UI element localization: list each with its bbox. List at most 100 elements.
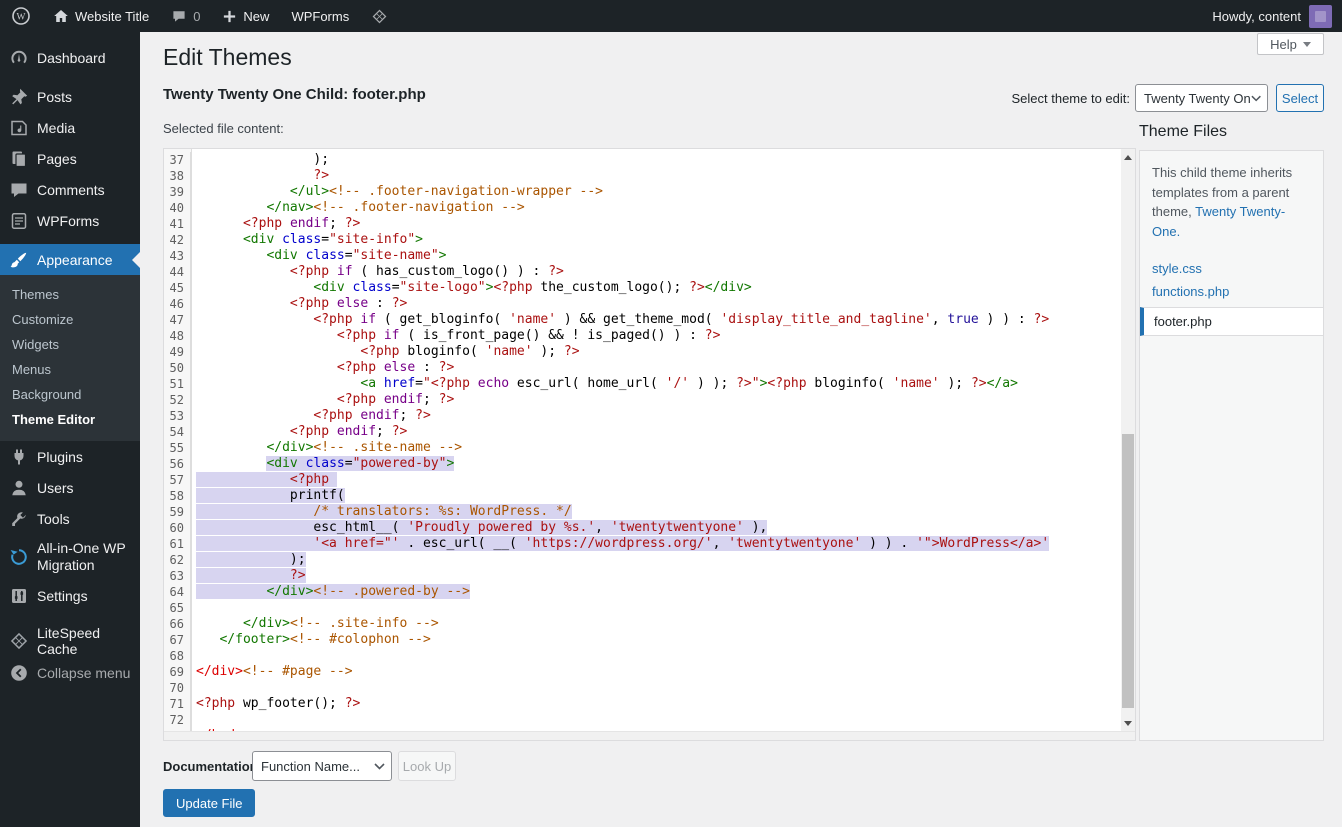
code-line[interactable]: 52 <?php endif; ?> [164, 392, 1121, 408]
code-line[interactable]: 59 /* translators: %s: WordPress. */ [164, 504, 1121, 520]
code-line[interactable]: 51 <a href="<?php echo esc_url( home_url… [164, 376, 1121, 392]
code-line[interactable]: 54 <?php endif; ?> [164, 424, 1121, 440]
sidebar-item-dashboard[interactable]: Dashboard [0, 42, 140, 73]
submenu-item-widgets[interactable]: Widgets [0, 332, 140, 357]
theme-select[interactable]: Twenty Twenty One [1135, 84, 1268, 112]
submenu-item-menus[interactable]: Menus [0, 357, 140, 382]
code-line[interactable]: 39 </ul><!-- .footer-navigation-wrapper … [164, 184, 1121, 200]
lookup-button[interactable]: Look Up [398, 751, 456, 781]
submenu-item-themes[interactable]: Themes [0, 282, 140, 307]
code-text: /* translators: %s: WordPress. */ [191, 504, 572, 520]
documentation-label: Documentation: [163, 759, 262, 774]
comments-menu[interactable]: 0 [160, 0, 211, 32]
submenu-item-theme-editor[interactable]: Theme Editor [0, 407, 140, 432]
wordpress-logo-icon: W [11, 6, 31, 26]
code-line[interactable]: 38 ?> [164, 168, 1121, 184]
code-line[interactable]: 60 esc_html__( 'Proudly powered by %s.',… [164, 520, 1121, 536]
code-line[interactable]: 72 [164, 712, 1121, 728]
code-line[interactable]: 53 <?php endif; ?> [164, 408, 1121, 424]
wpforms-menu[interactable]: WPForms [280, 0, 360, 32]
appearance-submenu: ThemesCustomizeWidgetsMenusBackgroundThe… [0, 275, 140, 441]
help-button[interactable]: Help [1257, 33, 1324, 55]
sidebar-item-media[interactable]: Media [0, 112, 140, 143]
new-content-menu[interactable]: New [211, 0, 280, 32]
code-line[interactable]: 64 </div><!-- .powered-by --> [164, 584, 1121, 600]
sidebar-item-plugins[interactable]: Plugins [0, 441, 140, 472]
code-line[interactable]: 66 </div><!-- .site-info --> [164, 616, 1121, 632]
line-number: 68 [164, 648, 191, 664]
code-text: ?> [191, 568, 306, 584]
sidebar-item-users[interactable]: Users [0, 472, 140, 503]
selected-text: printf( [196, 488, 345, 503]
code-line[interactable]: 57 <?php [164, 472, 1121, 488]
scroll-up-arrow-icon[interactable] [1121, 149, 1135, 162]
sidebar-item-appearance[interactable]: Appearance [0, 244, 140, 275]
code-line[interactable]: 63 ?> [164, 568, 1121, 584]
code-line[interactable]: 42 <div class="site-info"> [164, 232, 1121, 248]
theme-file-current-footer-php[interactable]: footer.php [1140, 307, 1323, 336]
code-line[interactable]: 46 <?php else : ?> [164, 296, 1121, 312]
submenu-item-background[interactable]: Background [0, 382, 140, 407]
horizontal-scrollbar[interactable] [164, 731, 1135, 740]
sidebar-item-label: Collapse menu [37, 665, 130, 681]
code-line[interactable]: 68 [164, 648, 1121, 664]
wp-logo-menu[interactable]: W [0, 0, 42, 32]
select-theme-label: Select theme to edit: [1011, 91, 1130, 106]
sidebar-item-posts[interactable]: Posts [0, 81, 140, 112]
submenu-item-customize[interactable]: Customize [0, 307, 140, 332]
code-editor[interactable]: 37 );38 ?>39 </ul><!-- .footer-navigatio… [163, 148, 1136, 741]
code-line[interactable]: 48 <?php if ( is_front_page() && ! is_pa… [164, 328, 1121, 344]
code-line[interactable]: 56 <div class="powered-by"> [164, 456, 1121, 472]
file-content-label: Selected file content: [163, 121, 284, 136]
code-line[interactable]: 58 printf( [164, 488, 1121, 504]
site-name-menu[interactable]: Website Title [42, 0, 160, 32]
scrollbar-thumb[interactable] [1122, 434, 1134, 708]
code-line[interactable]: 50 <?php else : ?> [164, 360, 1121, 376]
comment-bubble-icon [171, 8, 187, 24]
code-line[interactable]: 70 [164, 680, 1121, 696]
selected-text: <div class="powered-by"> [266, 456, 454, 471]
vertical-scrollbar[interactable] [1121, 149, 1135, 732]
code-line[interactable]: 43 <div class="site-name"> [164, 248, 1121, 264]
admin-bar: W Website Title 0 New WPForms [0, 0, 1342, 32]
code-line[interactable]: 61 '<a href="' . esc_url( __( 'https://w… [164, 536, 1121, 552]
theme-file-link-functions-php[interactable]: functions.php [1140, 280, 1323, 303]
code-text [191, 712, 196, 728]
sidebar-item-wpforms[interactable]: WPForms [0, 205, 140, 236]
code-text: <?php [191, 472, 337, 488]
code-line[interactable]: 44 <?php if ( has_custom_logo() ) : ?> [164, 264, 1121, 280]
new-label: New [243, 9, 269, 24]
litespeed-quicklink-menu[interactable] [360, 0, 399, 32]
theme-file-link-style-css[interactable]: style.css [1140, 257, 1323, 280]
code-line[interactable]: 49 <?php bloginfo( 'name' ); ?> [164, 344, 1121, 360]
site-name-label: Website Title [75, 9, 149, 24]
documentation-select[interactable]: Function Name... [252, 751, 392, 781]
code-line[interactable]: 45 <div class="site-logo"><?php the_cust… [164, 280, 1121, 296]
account-menu[interactable]: Howdy, content [1212, 5, 1342, 28]
selected-text: '<a href="' . esc_url( __( 'https://word… [196, 536, 1049, 551]
sidebar-item-all-in-one-wp-migration[interactable]: All-in-One WP Migration [0, 534, 140, 580]
howdy-text: Howdy, content [1212, 9, 1301, 24]
sidebar-item-litespeed-cache[interactable]: LiteSpeed Cache [0, 625, 140, 657]
select-theme-button[interactable]: Select [1276, 84, 1324, 112]
code-line[interactable]: 41 <?php endif; ?> [164, 216, 1121, 232]
help-label: Help [1270, 37, 1297, 52]
code-text [191, 600, 196, 616]
code-line[interactable]: 55 </div><!-- .site-name --> [164, 440, 1121, 456]
code-line[interactable]: 40 </nav><!-- .footer-navigation --> [164, 200, 1121, 216]
code-line[interactable]: 71<?php wp_footer(); ?> [164, 696, 1121, 712]
code-line[interactable]: 65 [164, 600, 1121, 616]
code-line[interactable]: 62 ); [164, 552, 1121, 568]
sidebar-item-pages[interactable]: Pages [0, 143, 140, 174]
sidebar-item-settings[interactable]: Settings [0, 580, 140, 611]
code-content[interactable]: 37 );38 ?>39 </ul><!-- .footer-navigatio… [164, 152, 1121, 732]
code-line[interactable]: 69</div><!-- #page --> [164, 664, 1121, 680]
update-file-button[interactable]: Update File [163, 789, 255, 817]
sidebar-item-comments[interactable]: Comments [0, 174, 140, 205]
sidebar-item-collapse-menu[interactable]: Collapse menu [0, 657, 140, 688]
code-line[interactable]: 47 <?php if ( get_bloginfo( 'name' ) && … [164, 312, 1121, 328]
sidebar-item-tools[interactable]: Tools [0, 503, 140, 534]
code-line[interactable]: 37 ); [164, 152, 1121, 168]
code-text: <?php endif; ?> [191, 408, 431, 424]
code-line[interactable]: 67 </footer><!-- #colophon --> [164, 632, 1121, 648]
